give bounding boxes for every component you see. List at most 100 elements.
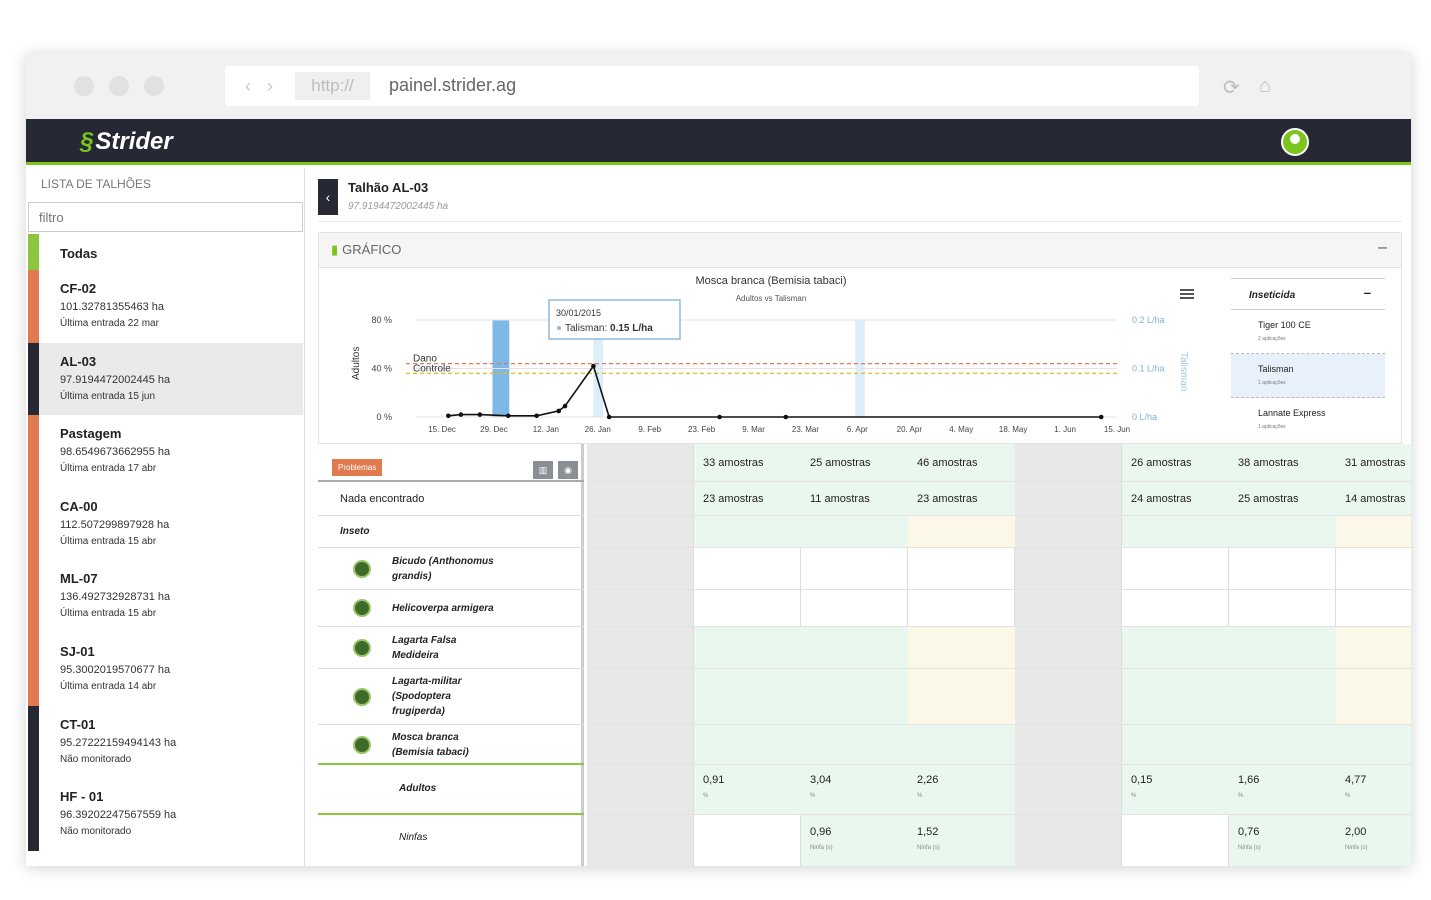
table-column: 38 amostras 25 amostras 1,66% 0,76 Ninfa (s) bbox=[1229, 444, 1336, 866]
legend-minimize-button[interactable]: – bbox=[1364, 285, 1371, 300]
table-cell bbox=[1015, 669, 1122, 725]
table-cell bbox=[694, 669, 801, 725]
field-item[interactable]: HF - 01 96.39202247567559 ha Não monitorad… bbox=[28, 778, 303, 851]
nada-sample-count: 25 amostras bbox=[1238, 493, 1299, 505]
table-column: 25 amostras 11 amostras 3,04% 0,96 Ninfa (s) bbox=[801, 444, 908, 866]
adult-unit: % bbox=[917, 793, 923, 799]
table-cell bbox=[587, 669, 694, 725]
forward-arrow-icon[interactable]: › bbox=[267, 76, 273, 97]
x-tick-label: 9. Mar bbox=[742, 425, 765, 434]
window-minimize-dot[interactable] bbox=[109, 76, 129, 96]
field-item[interactable]: ML-07 136.492732928731 ha Última entrada 1… bbox=[28, 560, 303, 633]
threshold-label: Controle bbox=[413, 363, 451, 374]
y2-tick-label: 0 L/ha bbox=[1132, 412, 1157, 422]
back-button[interactable]: ‹ bbox=[318, 179, 338, 215]
window-close-dot[interactable] bbox=[74, 76, 94, 96]
table-cell bbox=[801, 516, 908, 548]
x-tick-label: 12. Jan bbox=[533, 425, 559, 434]
table-cell: 1,52 Ninfa (s) bbox=[908, 815, 1015, 866]
table-cell bbox=[587, 444, 694, 482]
filter-input[interactable] bbox=[28, 202, 303, 232]
table-cell bbox=[1336, 627, 1411, 669]
monitoring-table: Problemas ▥ ◉ Nada encontrado Inseto Bic… bbox=[318, 444, 1411, 866]
sample-count: 31 amostras bbox=[1345, 457, 1406, 469]
field-item[interactable]: CT-01 95.27222159494143 ha Não monitorado bbox=[28, 705, 303, 779]
sidebar-title: LISTA DE TALHÕES bbox=[41, 177, 152, 191]
field-name: SJ-01 bbox=[60, 643, 95, 659]
adultos-point bbox=[556, 408, 562, 414]
url-text[interactable]: painel.strider.ag bbox=[389, 75, 516, 96]
field-item[interactable]: CF-02 101.32781355463 ha Última entrada 22… bbox=[28, 270, 303, 343]
tooltip-series: Talisman bbox=[565, 323, 604, 334]
field-item-todas[interactable]: Todas bbox=[28, 234, 303, 270]
table-cell: 38 amostras bbox=[1229, 444, 1336, 482]
adult-unit: % bbox=[810, 793, 816, 799]
field-name: AL-03 bbox=[60, 353, 97, 369]
home-icon[interactable]: ⌂ bbox=[1259, 75, 1271, 98]
url-bar[interactable]: ‹ › http:// painel.strider.ag bbox=[225, 66, 1199, 106]
row-label: Inseto bbox=[340, 526, 370, 537]
table-row[interactable]: Helicoverpa armigera bbox=[318, 590, 584, 627]
back-arrow-icon[interactable]: ‹ bbox=[245, 76, 251, 97]
table-cell bbox=[1015, 725, 1122, 765]
field-area: 136.492732928731 ha bbox=[60, 591, 171, 604]
tooltip-value: 0.15 L/ha bbox=[610, 323, 653, 334]
chart-menu-icon[interactable] bbox=[1180, 289, 1194, 299]
map-view-icon[interactable]: ◉ bbox=[558, 461, 578, 479]
chart-svg: Mosca branca (Bemisia tabaci) Adultos vs… bbox=[351, 275, 1194, 434]
strider-logo[interactable]: §Strider bbox=[80, 128, 173, 156]
reload-icon[interactable]: ⟳ bbox=[1223, 75, 1240, 100]
field-item[interactable]: Pastagem 98.6549673662955 ha Última entrad… bbox=[28, 415, 303, 488]
legend-item[interactable]: Tiger 100 CE 2 aplicações bbox=[1231, 310, 1385, 354]
adult-value: 2,26 bbox=[917, 774, 939, 786]
problems-badge[interactable]: Problemas bbox=[332, 459, 383, 476]
user-avatar[interactable] bbox=[1281, 128, 1309, 156]
table-cell bbox=[1229, 548, 1336, 590]
legend-item[interactable]: Lannate Express 1 aplicações bbox=[1231, 398, 1385, 442]
field-list-sidebar: LISTA DE TALHÕES Todas CF-02 101.32781355… bbox=[26, 168, 305, 866]
insect-icon bbox=[353, 688, 371, 706]
chart-view-icon[interactable]: ▥ bbox=[533, 461, 553, 479]
field-item[interactable]: AL-03 97.9194472002445 ha Última entrada 1… bbox=[28, 342, 303, 416]
field-area: 95.27222159494143 ha bbox=[60, 736, 177, 749]
sample-count: 25 amostras bbox=[810, 457, 871, 469]
panel-title-text: GRÁFICO bbox=[342, 242, 402, 257]
field-last-entry: Última entrada 17 abr bbox=[60, 463, 157, 475]
legend-item[interactable]: Talisman 1 aplicações bbox=[1231, 354, 1385, 398]
table-cell bbox=[694, 548, 801, 590]
table-cell bbox=[1229, 627, 1336, 669]
table-cell bbox=[1015, 627, 1122, 669]
panel-minimize-button[interactable]: – bbox=[1378, 239, 1387, 257]
table-cell: 25 amostras bbox=[1229, 482, 1336, 516]
table-row[interactable]: Bicudo (Anthonomus grandis) bbox=[318, 548, 584, 590]
table-cell bbox=[587, 482, 694, 516]
sample-count: 38 amostras bbox=[1238, 457, 1299, 469]
adult-unit: % bbox=[703, 793, 709, 799]
adultos-point bbox=[606, 414, 612, 420]
field-name: CT-01 bbox=[60, 716, 96, 732]
field-last-entry: Última entrada 15 abr bbox=[60, 608, 157, 620]
table-row[interactable]: Lagarta-militar (Spodoptera frugiperda) bbox=[318, 669, 584, 725]
window-maximize-dot[interactable] bbox=[144, 76, 164, 96]
table-row[interactable]: Mosca branca (Bemisia tabaci) bbox=[318, 725, 584, 765]
field-item[interactable]: SJ-01 95.3002019570677 ha Última entrada 1… bbox=[28, 632, 303, 706]
row-label: Adultos bbox=[399, 783, 437, 794]
main-content: ‹ Talhão AL-03 97.9194472002445 ha ▮ GRÁF… bbox=[305, 168, 1411, 866]
row-label: Ninfas bbox=[399, 832, 428, 843]
table-cell bbox=[1015, 815, 1122, 866]
table-row[interactable]: Lagarta Falsa Medideira bbox=[318, 627, 584, 669]
table-cell: 0,91% bbox=[694, 765, 801, 815]
field-item[interactable]: CA-00 112.507299897928 ha Última entrada 1… bbox=[28, 487, 303, 561]
table-cell bbox=[801, 627, 908, 669]
field-list: Todas CF-02 101.32781355463 ha Última entr… bbox=[28, 234, 303, 851]
table-cell: 23 amostras bbox=[908, 482, 1015, 516]
legend-item-name: Talisman bbox=[1258, 364, 1294, 374]
table-cell bbox=[801, 725, 908, 765]
tooltip-date: 30/01/2015 bbox=[556, 308, 601, 318]
nada-sample-count: 23 amostras bbox=[703, 493, 764, 505]
insect-icon bbox=[353, 639, 371, 657]
table-cell bbox=[908, 669, 1015, 725]
table-cell bbox=[908, 725, 1015, 765]
table-cell bbox=[694, 627, 801, 669]
table-cell: 3,04% bbox=[801, 765, 908, 815]
